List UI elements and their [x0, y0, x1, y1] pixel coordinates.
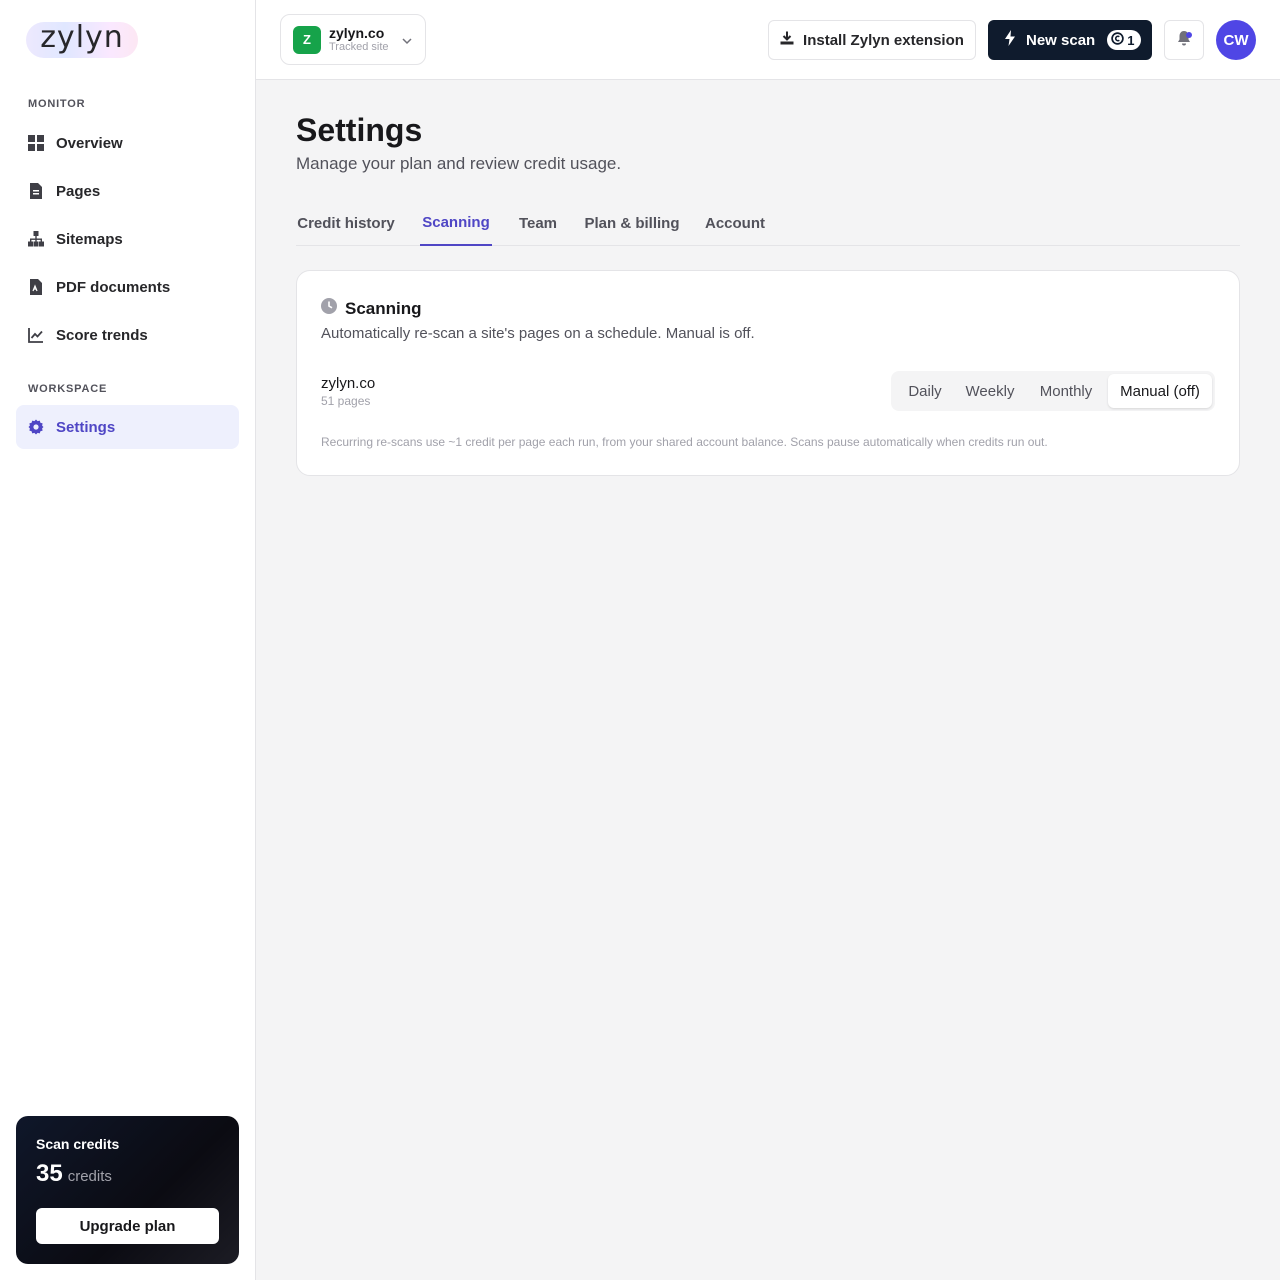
file-icon: [28, 183, 44, 199]
tab-scanning[interactable]: Scanning: [420, 200, 492, 246]
avatar[interactable]: CW: [1216, 20, 1256, 60]
section-label-monitor: MONITOR: [28, 98, 86, 110]
sidebar-item-pdf-documents[interactable]: PDF documents: [16, 265, 239, 309]
sidebar-item-overview[interactable]: Overview: [16, 121, 239, 165]
credits-value-row: 35 credits: [36, 1160, 219, 1188]
grid-icon: [28, 135, 44, 151]
scan-frequency-selector: Daily Weekly Monthly Manual (off): [891, 371, 1215, 411]
tab-credit-history[interactable]: Credit history: [296, 200, 396, 246]
install-extension-label: Install Zylyn extension: [803, 31, 964, 49]
frequency-option-monthly[interactable]: Monthly: [1024, 374, 1108, 408]
sidebar-item-label: Overview: [56, 134, 123, 152]
page-subtitle: Manage your plan and review credit usage…: [296, 154, 622, 173]
new-scan-label: New scan: [1026, 31, 1096, 49]
sidebar-item-sitemaps[interactable]: Sitemaps: [16, 217, 239, 261]
site-subtitle: Tracked site: [329, 41, 389, 53]
download-icon: [780, 31, 794, 49]
logo-text: zylyn: [40, 20, 124, 55]
scanning-footnote: Recurring re-scans use ~1 credit per pag…: [321, 435, 1048, 449]
scanning-card-title: Scanning: [345, 298, 422, 318]
scan-cost-badge: 1: [1107, 30, 1142, 50]
site-picker[interactable]: Z zylyn.co Tracked site: [280, 14, 426, 65]
sidebar-item-label: Settings: [56, 418, 116, 436]
scanning-card: Scanning Automatically re-scan a site's …: [296, 270, 1240, 476]
scanning-card-header: Scanning: [321, 298, 422, 319]
notification-dot: [1186, 32, 1192, 38]
top-bar: Z zylyn.co Tracked site Install Zylyn ex…: [256, 0, 1280, 80]
new-scan-button[interactable]: New scan 1: [988, 20, 1152, 60]
sidebar-item-label: Score trends: [56, 326, 148, 344]
credits-title: Scan credits: [36, 1136, 120, 1152]
credits-unit: credits: [67, 1168, 112, 1185]
sitemap-icon: [28, 231, 44, 247]
sidebar-item-pages[interactable]: Pages: [16, 169, 239, 213]
section-label-workspace: WORKSPACE: [28, 383, 108, 395]
clock-icon: [321, 298, 337, 319]
sidebar-item-label: Pages: [56, 182, 101, 200]
notifications-button[interactable]: [1164, 20, 1204, 60]
frequency-option-manual[interactable]: Manual (off): [1108, 374, 1212, 408]
site-badge: Z: [293, 25, 321, 54]
sidebar-item-label: PDF documents: [56, 278, 171, 296]
lightning-icon: [1004, 30, 1016, 50]
scan-site-name: zylyn.co: [321, 375, 376, 392]
site-name: zylyn.co: [329, 25, 385, 41]
chevron-down-icon: [401, 34, 413, 52]
site-text: zylyn.co Tracked site: [329, 25, 389, 54]
sidebar-item-settings[interactable]: Settings: [16, 405, 239, 449]
page-title: Settings: [296, 112, 423, 148]
tab-team[interactable]: Team: [516, 200, 560, 246]
scan-cost: 1: [1127, 32, 1135, 48]
tab-account[interactable]: Account: [704, 200, 766, 246]
frequency-option-weekly[interactable]: Weekly: [956, 374, 1024, 408]
credit-coin-icon: [1111, 32, 1124, 48]
settings-tabs: Credit history Scanning Team Plan & bill…: [296, 200, 1240, 246]
pdf-icon: [28, 279, 44, 295]
frequency-option-daily[interactable]: Daily: [894, 374, 956, 408]
credits-count: 35: [36, 1160, 63, 1187]
install-extension-button[interactable]: Install Zylyn extension: [768, 20, 976, 60]
sidebar-item-label: Sitemaps: [56, 230, 123, 248]
tab-plan-billing[interactable]: Plan & billing: [584, 200, 680, 246]
scanning-description: Automatically re-scan a site's pages on …: [321, 325, 755, 342]
gear-icon: [28, 419, 44, 435]
upgrade-plan-button[interactable]: Upgrade plan: [36, 1208, 219, 1244]
brand-logo[interactable]: zylyn: [26, 22, 138, 58]
scan-site-pages: 51 pages: [321, 394, 371, 408]
sidebar-item-score-trends[interactable]: Score trends: [16, 313, 239, 357]
chart-line-icon: [28, 327, 44, 343]
sidebar: zylyn MONITOR Overview Pages Sitemaps PD…: [0, 0, 256, 1280]
scan-credits-card: Scan credits 35 credits Upgrade plan: [16, 1116, 239, 1264]
